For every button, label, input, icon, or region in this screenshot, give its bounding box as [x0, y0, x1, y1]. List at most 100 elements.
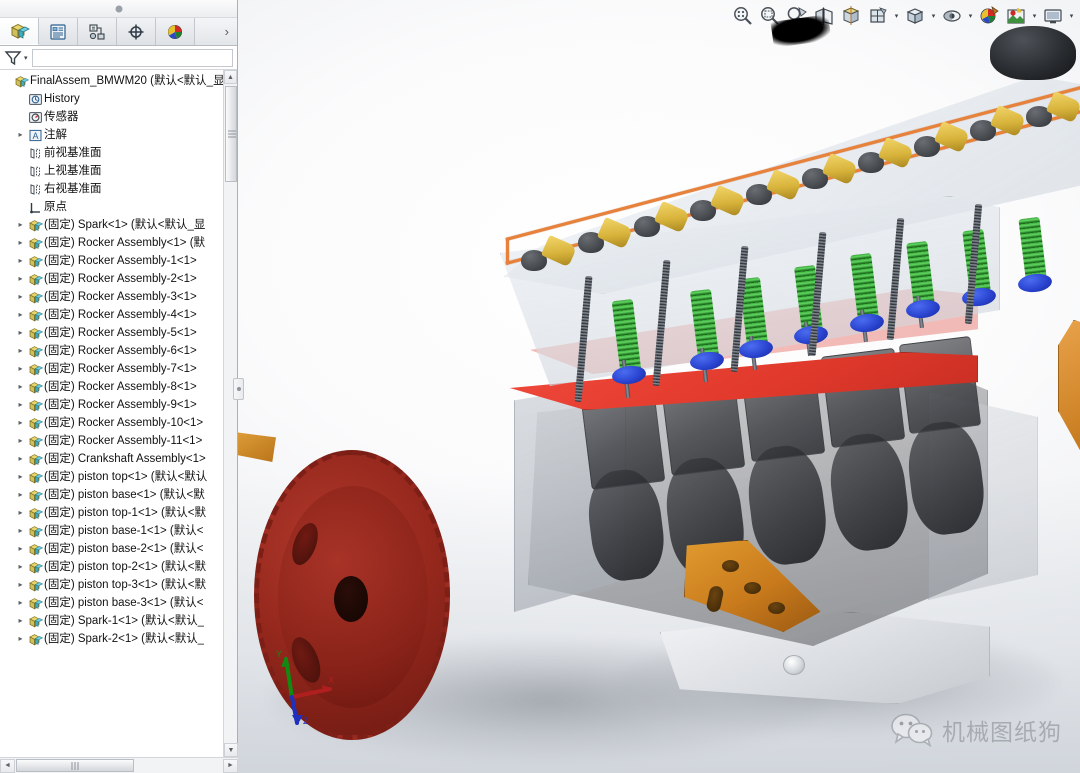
tab-property-manager[interactable]: [39, 18, 78, 45]
tree-expand-arrow-icon[interactable]: ▸: [14, 432, 27, 450]
tree-item[interactable]: ▸ (固定) piston top<1> (默认<默认: [0, 468, 223, 486]
tree-item[interactable]: ▸ (固定) Crankshaft Assembly<1>: [0, 450, 223, 468]
panel-splitter-handle[interactable]: [233, 378, 244, 400]
hide-show-caret-icon[interactable]: ▾: [966, 3, 975, 29]
tree-item[interactable]: 原点: [0, 198, 223, 216]
part-icon: [27, 416, 44, 431]
tree-item[interactable]: ▸ (固定) Rocker Assembly-10<1>: [0, 414, 223, 432]
hide-show-items-button[interactable]: [939, 3, 965, 29]
tree-item[interactable]: History: [0, 90, 223, 108]
tree-expand-arrow-icon[interactable]: ▸: [14, 558, 27, 576]
tree-expand-arrow-icon[interactable]: ▸: [14, 396, 27, 414]
tree-expand-arrow-icon[interactable]: ▸: [14, 342, 27, 360]
tree-item[interactable]: ▸ (固定) Spark-2<1> (默认<默认_: [0, 630, 223, 648]
scroll-up-arrow-icon[interactable]: ▲: [224, 70, 237, 84]
tree-expand-arrow-icon[interactable]: ▸: [14, 486, 27, 504]
tree-expand-arrow-icon[interactable]: ▸: [14, 612, 27, 630]
tree-expand-arrow-icon[interactable]: ▸: [14, 522, 27, 540]
tree-filter-input[interactable]: [31, 48, 233, 67]
view-settings-display-caret-icon[interactable]: ▾: [1067, 3, 1076, 29]
manager-tab-strip[interactable]: ›: [0, 18, 237, 46]
tree-item[interactable]: ▸ (固定) piston base-1<1> (默认<: [0, 522, 223, 540]
tree-expand-arrow-icon[interactable]: ▸: [14, 306, 27, 324]
filter-caret-icon[interactable]: ▾: [24, 54, 28, 62]
tree-vertical-scroll-thumb[interactable]: [225, 86, 237, 182]
tree-expand-arrow-icon[interactable]: ▸: [14, 504, 27, 522]
edit-appearance-button[interactable]: [976, 3, 1002, 29]
tree-expand-arrow-icon[interactable]: ▸: [14, 378, 27, 396]
tree-expand-arrow-icon[interactable]: ▸: [14, 324, 27, 342]
tree-item[interactable]: ▸ (固定) piston base<1> (默认<默: [0, 486, 223, 504]
tree-item[interactable]: ▸ (固定) Rocker Assembly-8<1>: [0, 378, 223, 396]
panel-collapse-bar[interactable]: [0, 0, 237, 18]
tree-filter-bar[interactable]: ▾: [0, 46, 237, 70]
tree-horizontal-scroll-thumb[interactable]: [16, 759, 134, 772]
tree-item[interactable]: ▸ (固定) Rocker Assembly-3<1>: [0, 288, 223, 306]
tree-item[interactable]: ▸ (固定) Spark<1> (默认<默认_显: [0, 216, 223, 234]
design-tree[interactable]: FinalAssem_BMWM20 (默认<默认_显 History 传感器 ▸ A 注解…: [0, 70, 223, 757]
panel-collapse-handle-icon[interactable]: [115, 5, 122, 12]
tree-item[interactable]: ▸ (固定) piston base-2<1> (默认<: [0, 540, 223, 558]
tree-expand-arrow-icon[interactable]: ▸: [14, 594, 27, 612]
tree-item[interactable]: ▸ (固定) Rocker Assembly-6<1>: [0, 342, 223, 360]
tree-item[interactable]: ▸ (固定) Rocker Assembly-1<1>: [0, 252, 223, 270]
tree-item[interactable]: 右视基准面: [0, 180, 223, 198]
apply-scene-button[interactable]: [1003, 3, 1029, 29]
scroll-down-arrow-icon[interactable]: ▼: [224, 743, 238, 757]
tree-item[interactable]: ▸ (固定) Rocker Assembly-9<1>: [0, 396, 223, 414]
tree-item[interactable]: ▸ (固定) piston top-1<1> (默认<默: [0, 504, 223, 522]
tree-expand-arrow-icon[interactable]: ▸: [14, 630, 27, 648]
scroll-right-arrow-icon[interactable]: ►: [223, 758, 238, 773]
view-settings-button[interactable]: [902, 3, 928, 29]
tree-expand-arrow-icon[interactable]: ▸: [14, 216, 27, 234]
tree-expand-arrow-icon[interactable]: ▸: [14, 450, 27, 468]
display-style-button[interactable]: [865, 3, 891, 29]
part-icon: [27, 614, 44, 629]
tree-item[interactable]: ▸ A 注解: [0, 126, 223, 144]
watermark: 机械图纸狗: [891, 713, 1062, 747]
view-settings-display-button[interactable]: [1040, 3, 1066, 29]
tree-item[interactable]: ▸ (固定) Rocker Assembly-11<1>: [0, 432, 223, 450]
tree-item[interactable]: ▸ (固定) piston top-3<1> (默认<默: [0, 576, 223, 594]
tree-expand-arrow-icon[interactable]: ▸: [14, 540, 27, 558]
tab-dimxpert-manager[interactable]: [117, 18, 156, 45]
tree-vertical-scrollbar[interactable]: ▲ ▼: [223, 70, 238, 757]
tree-expand-arrow-icon[interactable]: ▸: [14, 576, 27, 594]
tab-configuration-manager[interactable]: [78, 18, 117, 45]
scroll-left-arrow-icon[interactable]: ◄: [0, 758, 15, 773]
tree-expand-arrow-icon[interactable]: ▸: [14, 360, 27, 378]
apply-scene-caret-icon[interactable]: ▾: [1030, 3, 1039, 29]
tree-expand-arrow-icon[interactable]: ▸: [14, 468, 27, 486]
assembly-cube-icon: [10, 23, 30, 39]
tree-expand-arrow-icon[interactable]: ▸: [14, 234, 27, 252]
coordinate-triad: X Y Z: [276, 649, 334, 725]
tree-expand-arrow-icon[interactable]: ▸: [14, 252, 27, 270]
filter-funnel-icon[interactable]: [4, 49, 22, 67]
tree-item[interactable]: ▸ (固定) Rocker Assembly<1> (默: [0, 234, 223, 252]
tree-item[interactable]: ▸ (固定) Rocker Assembly-2<1>: [0, 270, 223, 288]
zoom-to-fit-button[interactable]: [730, 3, 756, 29]
view-orientation-button[interactable]: [838, 3, 864, 29]
tree-item-label: 右视基准面: [44, 183, 102, 195]
tree-item[interactable]: ▸ (固定) Rocker Assembly-7<1>: [0, 360, 223, 378]
tree-expand-arrow-icon[interactable]: ▸: [14, 126, 27, 144]
tree-item[interactable]: ▸ (固定) piston top-2<1> (默认<默: [0, 558, 223, 576]
tree-root-item[interactable]: FinalAssem_BMWM20 (默认<默认_显: [0, 72, 223, 90]
tab-display-manager[interactable]: [156, 18, 195, 45]
tab-feature-manager-design-tree[interactable]: [0, 18, 39, 45]
tree-expand-arrow-icon[interactable]: ▸: [14, 288, 27, 306]
display-style-caret-icon[interactable]: ▾: [892, 3, 901, 29]
tree-expand-arrow-icon[interactable]: ▸: [14, 270, 27, 288]
tree-item[interactable]: 传感器: [0, 108, 223, 126]
graphics-viewport[interactable]: X Y Z 机械图纸狗: [238, 0, 1080, 773]
tree-item[interactable]: ▸ (固定) Rocker Assembly-5<1>: [0, 324, 223, 342]
tree-item[interactable]: 上视基准面: [0, 162, 223, 180]
tree-item[interactable]: ▸ (固定) Spark-1<1> (默认<默认_: [0, 612, 223, 630]
tree-item[interactable]: ▸ (固定) piston base-3<1> (默认<: [0, 594, 223, 612]
tree-item[interactable]: ▸ (固定) Rocker Assembly-4<1>: [0, 306, 223, 324]
tab-overflow-chevron-icon[interactable]: ›: [195, 18, 237, 45]
view-settings-caret-icon[interactable]: ▾: [929, 3, 938, 29]
tree-expand-arrow-icon[interactable]: ▸: [14, 414, 27, 432]
tree-item[interactable]: 前视基准面: [0, 144, 223, 162]
tree-horizontal-scrollbar[interactable]: ◄ ►: [0, 757, 238, 773]
